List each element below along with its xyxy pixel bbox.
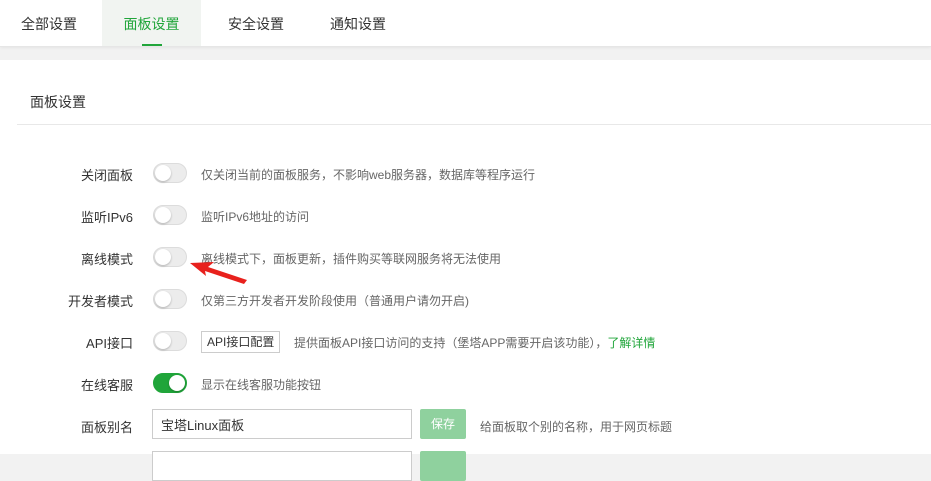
toggle-knob bbox=[155, 291, 171, 307]
panel-alias-desc: 给面板取个别的名称，用于网页标题 bbox=[480, 420, 673, 434]
ipv6-desc: 监听IPv6地址的访问 bbox=[201, 210, 310, 224]
panel-alias-label: 面板别名 bbox=[80, 420, 133, 435]
active-tab-indicator bbox=[141, 44, 162, 46]
settings-panel: 面板设置 关闭面板 仅关闭当前的面板服务，不影响web服务器，数据库等程序运行 … bbox=[0, 60, 931, 481]
settings-tabbar: 全部设置 面板设置 安全设置 通知设置 bbox=[0, 0, 931, 47]
learn-more-link[interactable]: 了解详情 bbox=[607, 336, 655, 350]
developer-mode-label: 开发者模式 bbox=[67, 294, 133, 309]
offline-mode-toggle[interactable] bbox=[153, 247, 187, 267]
tab-security-settings[interactable]: 安全设置 bbox=[205, 0, 307, 46]
divider bbox=[17, 124, 931, 125]
next-row-input[interactable] bbox=[152, 451, 412, 481]
online-service-label: 在线客服 bbox=[80, 378, 133, 393]
tab-label: 面板设置 bbox=[123, 16, 180, 32]
tab-label: 通知设置 bbox=[330, 16, 386, 32]
toggle-knob bbox=[155, 249, 171, 265]
api-label: API接口 bbox=[86, 336, 133, 351]
toggle-knob bbox=[155, 207, 171, 223]
tab-label: 全部设置 bbox=[21, 16, 77, 32]
developer-mode-desc: 仅第三方开发者开发阶段使用（普通用户请勿开启) bbox=[201, 294, 469, 308]
api-desc: 提供面板API接口访问的支持（堡塔APP需要开启该功能），了解详情 bbox=[294, 334, 655, 351]
ipv6-label: 监听IPv6 bbox=[80, 210, 133, 225]
close-panel-toggle[interactable] bbox=[153, 163, 187, 183]
tab-label: 安全设置 bbox=[228, 16, 284, 32]
close-panel-desc: 仅关闭当前的面板服务，不影响web服务器，数据库等程序运行 bbox=[201, 168, 536, 182]
toggle-knob bbox=[155, 165, 171, 181]
api-toggle[interactable] bbox=[153, 331, 187, 351]
save-alias-button[interactable]: 保存 bbox=[420, 409, 466, 439]
tab-panel-settings[interactable]: 面板设置 bbox=[102, 0, 201, 46]
toggle-knob bbox=[169, 375, 185, 391]
panel-title: 面板设置 bbox=[30, 94, 86, 110]
tab-notification-settings[interactable]: 通知设置 bbox=[307, 0, 409, 46]
api-desc-text: 提供面板API接口访问的支持（堡塔APP需要开启该功能）， bbox=[294, 336, 608, 350]
ipv6-toggle[interactable] bbox=[153, 205, 187, 225]
next-row-button[interactable] bbox=[420, 451, 466, 481]
offline-mode-desc: 离线模式下，面板更新，插件购买等联网服务将无法使用 bbox=[201, 252, 502, 266]
tab-all-settings[interactable]: 全部设置 bbox=[0, 0, 98, 46]
online-service-desc: 显示在线客服功能按钮 bbox=[201, 378, 322, 392]
close-panel-label: 关闭面板 bbox=[80, 168, 133, 183]
panel-alias-input[interactable] bbox=[152, 409, 412, 439]
api-config-button[interactable]: API接口配置 bbox=[201, 331, 281, 353]
online-service-toggle[interactable] bbox=[153, 373, 187, 393]
toggle-knob bbox=[155, 333, 171, 349]
developer-mode-toggle[interactable] bbox=[153, 289, 187, 309]
offline-mode-label: 离线模式 bbox=[80, 252, 133, 267]
